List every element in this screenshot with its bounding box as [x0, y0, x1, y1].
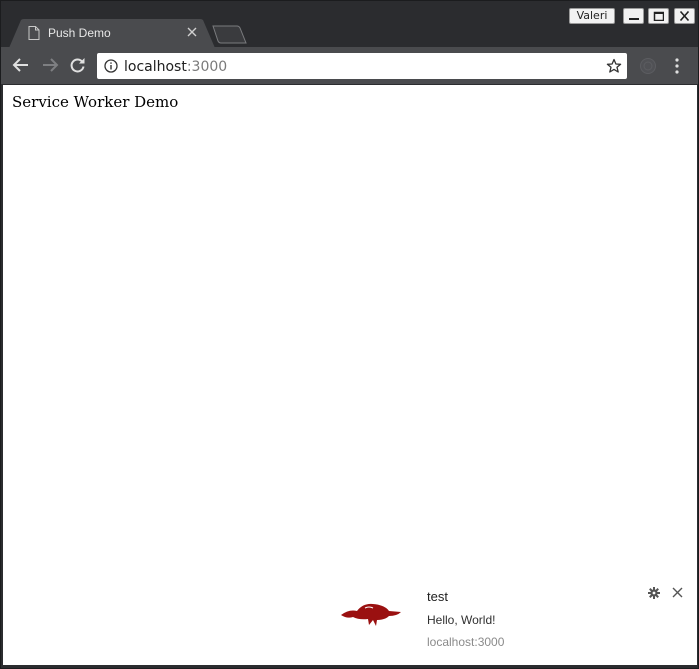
url-text: localhost:3000 [124, 59, 227, 75]
url-port: :3000 [186, 59, 228, 75]
toolbar: localhost:3000 [1, 47, 698, 84]
reload-icon[interactable] [69, 57, 86, 74]
page-heading: Service Worker Demo [12, 93, 179, 111]
forward-arrow-icon[interactable] [41, 57, 59, 73]
page-icon [28, 26, 40, 40]
minimize-icon [629, 18, 639, 20]
info-icon[interactable] [104, 59, 118, 73]
profile-button[interactable]: Valeri [569, 8, 615, 24]
menu-icon[interactable] [675, 58, 679, 74]
address-bar[interactable]: localhost:3000 [97, 53, 627, 79]
minimize-button[interactable] [623, 8, 644, 24]
tab-title: Push Demo [48, 26, 111, 40]
title-bar: Valeri Push Demo [1, 1, 698, 48]
maximize-icon [653, 11, 664, 21]
close-icon [679, 11, 690, 21]
page-content: Service Worker Demo test Hello, World! l… [3, 85, 697, 665]
notification-logo-icon [341, 603, 401, 626]
browser-window: Valeri Push Demo localhost:3000 Service … [0, 0, 699, 669]
url-host: localhost [124, 59, 187, 75]
new-tab-button[interactable] [211, 25, 249, 45]
notification-title: test [427, 589, 448, 604]
gear-icon[interactable] [648, 587, 660, 599]
push-notification[interactable]: test Hello, World! localhost:3000 [329, 578, 693, 656]
notification-close-icon[interactable] [672, 587, 683, 598]
tab-push-demo[interactable]: Push Demo [9, 19, 215, 48]
notification-origin: localhost:3000 [427, 635, 505, 649]
extension-icon[interactable] [639, 57, 657, 75]
maximize-button[interactable] [648, 8, 669, 24]
back-arrow-icon[interactable] [12, 57, 30, 73]
notification-body: Hello, World! [427, 613, 496, 627]
tab-close-icon[interactable] [187, 27, 197, 37]
star-icon[interactable] [606, 58, 622, 74]
close-window-button[interactable] [674, 8, 695, 24]
